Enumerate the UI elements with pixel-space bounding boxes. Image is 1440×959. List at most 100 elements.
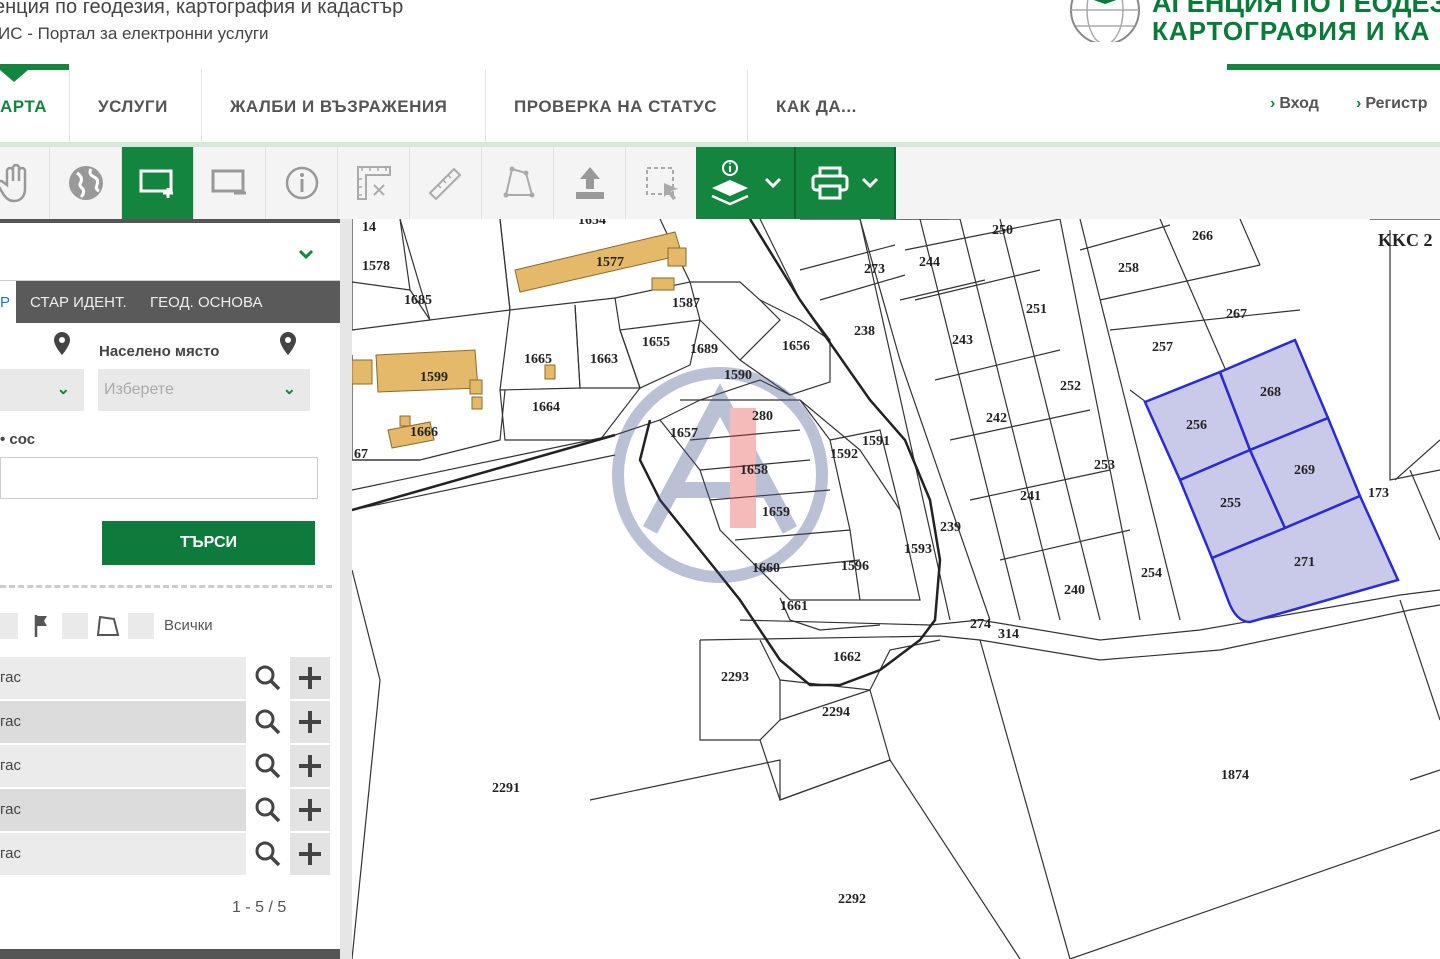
result-row[interactable]: гас	[0, 789, 246, 831]
result-row[interactable]: гас	[0, 745, 246, 787]
svg-text:1656: 1656	[782, 339, 810, 354]
nav-services[interactable]: УСЛУГИ	[70, 70, 202, 142]
cadastral-map[interactable]: 14 1654 1578 1685 1577 1587 1655 1665 16…	[352, 219, 1440, 959]
panel-header[interactable]	[0, 219, 340, 281]
field-label: • сос	[0, 431, 36, 448]
portal-header: енция по геодезия, картография и кадастъ…	[0, 0, 1440, 66]
plus-icon	[299, 799, 321, 821]
select-remove-tool[interactable]	[194, 147, 266, 219]
svg-text:256: 256	[1186, 418, 1207, 433]
portal-subtitle: ИС - Портал за електронни услуги	[0, 24, 269, 43]
globe-tool[interactable]	[50, 147, 122, 219]
svg-text:274: 274	[970, 617, 991, 632]
zoom-to-result-button[interactable]	[248, 701, 288, 743]
login-link[interactable]: › Вход	[1270, 95, 1319, 113]
print-dropdown[interactable]	[796, 147, 896, 219]
location-pin-icon	[280, 332, 296, 355]
svg-text:1596: 1596	[841, 559, 869, 574]
tab-old-identifier[interactable]: СТАР ИДЕНТ.	[30, 281, 127, 323]
svg-text:240: 240	[1064, 583, 1085, 598]
info-tool[interactable]	[266, 147, 338, 219]
zoom-to-result-button[interactable]	[248, 789, 288, 831]
polygon-tool[interactable]	[482, 147, 554, 219]
svg-text:269: 269	[1294, 463, 1315, 478]
svg-text:280: 280	[752, 409, 773, 424]
plus-icon	[299, 711, 321, 733]
settlement-select[interactable]: Изберете ⌄	[98, 369, 310, 411]
ruler-tool[interactable]	[410, 147, 482, 219]
chevron-down-icon	[861, 177, 879, 189]
svg-text:KKC 2: KKC 2	[1378, 230, 1433, 250]
svg-text:14: 14	[362, 220, 376, 235]
chevron-right-icon: ›	[1270, 95, 1276, 112]
zoom-to-result-button[interactable]	[248, 657, 288, 699]
panel-collapse-handle[interactable]	[340, 219, 352, 959]
logo-title-line2: КАРТОГРАФИЯ И КА	[1152, 16, 1431, 46]
svg-text:1593: 1593	[904, 542, 932, 557]
zoom-to-result-button[interactable]	[248, 833, 288, 875]
search-panel: Р СТАР ИДЕНТ. ГЕОД. ОСНОВА Населено мяст…	[0, 219, 342, 959]
search-icon	[255, 797, 281, 823]
print-icon	[811, 166, 849, 200]
select-add-tool[interactable]	[122, 147, 194, 219]
zoom-to-result-button[interactable]	[248, 745, 288, 787]
layers-info-dropdown[interactable]	[696, 147, 796, 219]
add-result-button[interactable]	[290, 833, 330, 875]
search-button[interactable]: ТЪРСИ	[102, 521, 315, 565]
district-select[interactable]: ⌄	[0, 369, 84, 411]
nav-complaints[interactable]: ЖАЛБИ И ВЪЗРАЖЕНИЯ	[202, 70, 486, 142]
polygon-filter-icon	[96, 615, 120, 636]
select-area-tool[interactable]	[626, 147, 698, 219]
search-icon	[255, 665, 281, 691]
select-area-icon	[645, 167, 678, 200]
ruler-icon	[428, 167, 461, 201]
nav-status-check[interactable]: ПРОВЕРКА НА СТАТУС	[486, 70, 748, 142]
measure-area-tool[interactable]	[338, 147, 410, 219]
upload-tool[interactable]	[554, 147, 626, 219]
result-row[interactable]: гас	[0, 657, 246, 699]
select-rect-add-icon	[139, 169, 173, 198]
svg-text:1663: 1663	[590, 352, 618, 367]
svg-text:1590: 1590	[724, 368, 752, 383]
svg-text:1685: 1685	[404, 293, 432, 308]
tab-geodetic-base[interactable]: ГЕОД. ОСНОВА	[150, 281, 262, 323]
plus-icon	[299, 667, 321, 689]
agency-name: енция по геодезия, картография и кадастъ…	[0, 0, 404, 18]
result-row[interactable]: гас	[0, 833, 246, 875]
svg-text:267: 267	[1226, 307, 1247, 322]
filter-all-label: Всички	[164, 617, 213, 634]
add-result-button[interactable]	[290, 745, 330, 787]
svg-text:2292: 2292	[838, 892, 866, 907]
svg-text:1591: 1591	[862, 434, 890, 449]
svg-text:1664: 1664	[532, 400, 560, 415]
result-row[interactable]: гас	[0, 701, 246, 743]
svg-text:1655: 1655	[642, 335, 670, 350]
add-result-button[interactable]	[290, 789, 330, 831]
register-link[interactable]: › Регистр	[1356, 95, 1428, 113]
filter-all-checkbox[interactable]	[128, 613, 154, 639]
identifier-input[interactable]	[0, 457, 318, 499]
add-result-button[interactable]	[290, 657, 330, 699]
filter-parcel[interactable]	[0, 613, 18, 639]
map-canvas[interactable]: 14 1654 1578 1685 1577 1587 1655 1665 16…	[352, 219, 1440, 959]
svg-text:241: 241	[1020, 489, 1041, 504]
select-rect-remove-icon	[211, 169, 246, 195]
svg-text:1874: 1874	[1221, 768, 1249, 783]
tab-identifier[interactable]: Р	[0, 281, 16, 323]
pan-tool[interactable]	[0, 147, 50, 219]
svg-text:253: 253	[1094, 458, 1115, 473]
upload-icon	[575, 167, 604, 199]
search-icon	[255, 709, 281, 735]
nav-how-to[interactable]: КАК ДА...	[748, 70, 892, 142]
flag-icon	[34, 615, 47, 637]
location-pin-icon	[54, 332, 70, 355]
main-nav: АРТА УСЛУГИ ЖАЛБИ И ВЪЗРАЖЕНИЯ ПРОВЕРКА …	[0, 70, 1440, 147]
svg-text:2294: 2294	[822, 705, 850, 720]
chevron-right-icon: ›	[1356, 95, 1362, 112]
filter-building[interactable]	[62, 613, 88, 639]
svg-text:67: 67	[354, 447, 368, 462]
add-result-button[interactable]	[290, 701, 330, 743]
chevron-down-icon	[764, 177, 782, 189]
map-toolbar	[0, 147, 1440, 219]
panel-tabs: Р СТАР ИДЕНТ. ГЕОД. ОСНОВА	[0, 281, 340, 323]
